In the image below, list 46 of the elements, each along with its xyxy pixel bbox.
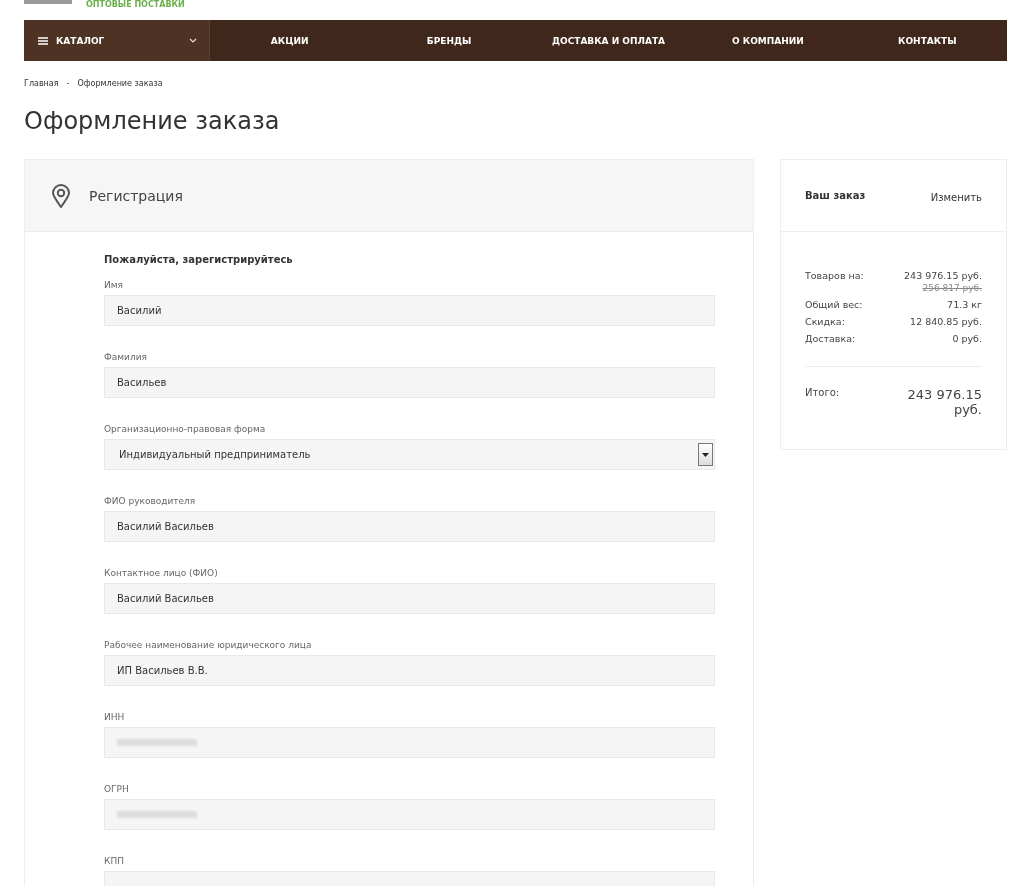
summary-label: Доставка: [805,333,856,344]
nav-link[interactable]: ДОСТАВКА И ОПЛАТА [528,20,689,61]
input-field[interactable] [104,727,715,758]
nav-link[interactable]: АКЦИИ [210,20,370,61]
field-label: Организационно-правовая форма [104,424,267,434]
field-label: Рабочее наименование юридического лица [104,640,313,650]
summary-value: 0 руб. [952,333,982,344]
total-value: 243 976.15 руб. [906,387,982,417]
input-field[interactable]: Василий [104,295,715,326]
chevron-icon [189,38,197,43]
select-field[interactable]: Индивидуальный предприниматель [104,439,715,470]
field-label: ИНН [104,712,126,722]
summary-label: Общий вес: [805,299,863,310]
field-label: Фамилия [104,352,148,362]
input-field[interactable]: ИП Васильев В.В. [104,655,715,686]
catalog-menu-button[interactable]: КАТАЛОГ [24,20,210,61]
field-label: КПП [104,856,125,866]
page-title: Оформление заказа [24,107,281,135]
field-label: ФИО руководителя [104,496,197,506]
nav-link[interactable]: БРЕНДЫ [369,20,529,61]
logo-placeholder [24,0,72,4]
section-title: Регистрация [89,187,183,204]
form-subtitle: Пожалуйста, зарегистрируйтесь [104,254,294,265]
edit-link[interactable]: Изменить [930,192,982,203]
summary-label: Скидка: [805,316,845,327]
summary-label: Товаров на: [805,270,864,283]
menu-icon [38,36,48,45]
input-field[interactable]: Василий Васильев [104,583,715,614]
field-label: Контактное лицо (ФИО) [104,568,219,578]
input-field[interactable]: Васильев [104,367,715,398]
breadcrumb-link[interactable]: Оформление заказа [77,79,163,88]
nav-link[interactable]: О КОМПАНИИ [688,20,848,61]
old-price: 256 817 руб. [922,283,982,293]
nav-link[interactable]: КОНТАКТЫ [847,20,1008,61]
summary-value: 12 840.85 руб. [910,316,982,327]
summary-value: 71.3 кг [947,299,982,310]
total-label: Итого: [805,387,840,398]
field-label: Имя [104,280,124,290]
order-title: Ваш заказ [805,190,866,201]
field-label: ОГРН [104,784,130,794]
breadcrumb-link[interactable]: Главная [24,79,59,88]
location-pin-icon [51,183,71,208]
summary-value: 243 976.15 руб. [904,270,982,281]
breadcrumb-separator: - [66,79,70,88]
input-field[interactable] [104,799,715,830]
input-field[interactable]: Василий Васильев [104,511,715,542]
